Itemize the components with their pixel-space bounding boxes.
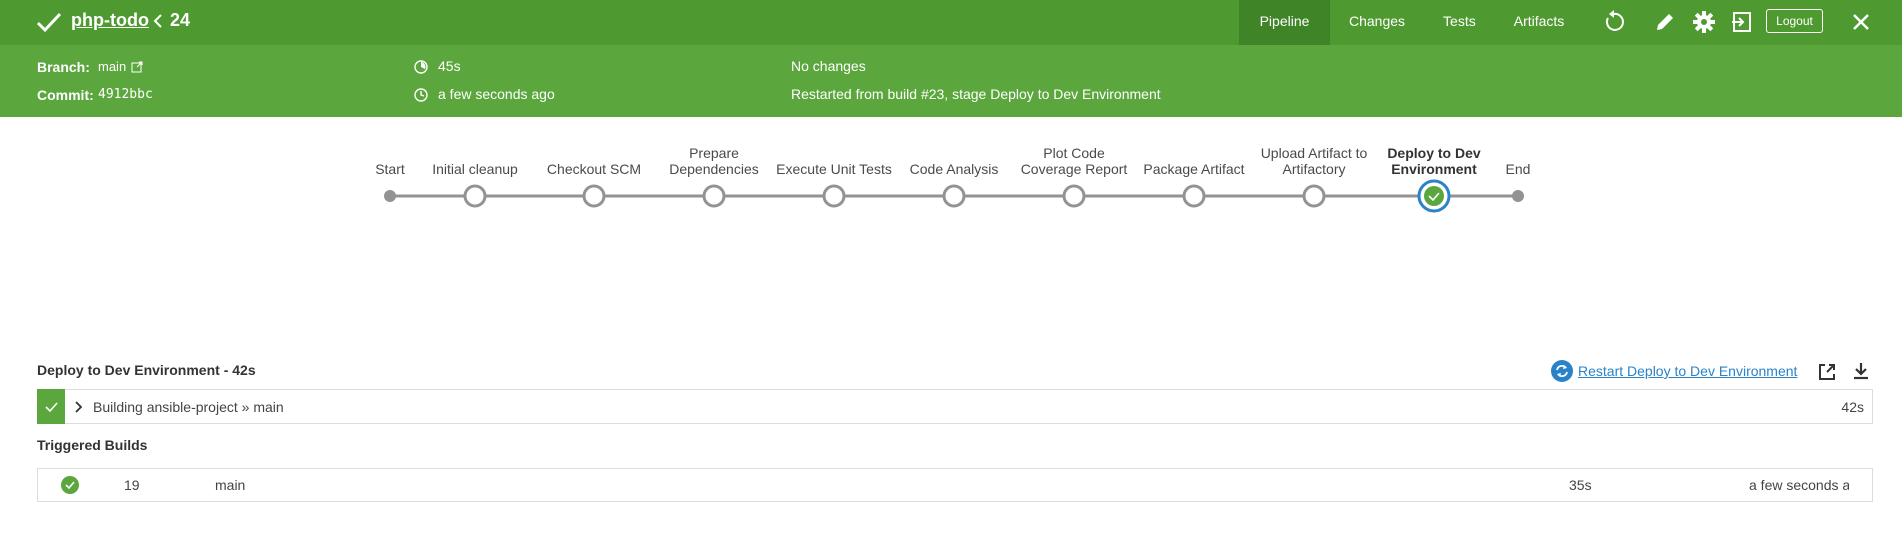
replay-icon[interactable] xyxy=(1602,10,1626,34)
triggered-build-duration: 35s xyxy=(1569,477,1592,493)
stage-label[interactable]: End xyxy=(1458,161,1578,177)
stage-label[interactable]: Prepare Dependencies xyxy=(654,145,774,177)
stage-node-success[interactable] xyxy=(1424,186,1444,206)
stage-node[interactable] xyxy=(1302,184,1326,208)
tab-changes[interactable]: Changes xyxy=(1330,0,1424,45)
step-duration: 42s xyxy=(1841,399,1864,415)
chevron-left-icon[interactable] xyxy=(152,12,164,30)
duration-icon xyxy=(414,60,428,74)
stage-node[interactable] xyxy=(702,184,726,208)
stage-label[interactable]: Execute Unit Tests xyxy=(774,161,894,177)
stage-node[interactable] xyxy=(1182,184,1206,208)
download-icon[interactable] xyxy=(1851,361,1871,381)
stage-label[interactable]: Checkout SCM xyxy=(534,161,654,177)
step-row[interactable]: Building ansible-project » main 42s xyxy=(37,389,1873,424)
restart-stage-button[interactable]: Restart Deploy to Dev Environment xyxy=(1551,360,1797,382)
external-link-icon[interactable] xyxy=(131,61,143,73)
success-check-icon xyxy=(36,12,62,33)
open-in-new-icon[interactable] xyxy=(1817,362,1837,382)
stage-label[interactable]: Upload Artifact to Artifactory xyxy=(1254,145,1374,177)
triggered-build-row[interactable]: 19 main 35s a few seconds ago xyxy=(37,468,1873,502)
triggered-build-time-ago: a few seconds ago xyxy=(1749,477,1849,493)
stage-node[interactable] xyxy=(942,184,966,208)
triggered-build-branch: main xyxy=(215,477,246,493)
tab-tests[interactable]: Tests xyxy=(1424,0,1495,45)
stage-label[interactable]: Plot Code Coverage Report xyxy=(1014,145,1134,177)
edit-icon[interactable] xyxy=(1653,10,1677,34)
duration-value: 45s xyxy=(438,58,461,74)
close-icon[interactable] xyxy=(1849,10,1873,34)
success-status-icon xyxy=(61,476,79,494)
run-number: 24 xyxy=(170,10,191,30)
branch-label: Branch: xyxy=(37,59,90,75)
stage-label[interactable]: Package Artifact xyxy=(1134,161,1254,177)
logout-button[interactable]: Logout xyxy=(1766,9,1823,33)
changes-text: No changes xyxy=(791,58,866,74)
clock-icon xyxy=(414,88,428,102)
cause-text: Restarted from build #23, stage Deploy t… xyxy=(791,86,1161,102)
stage-node-terminal[interactable] xyxy=(384,190,396,202)
stage-detail-title: Deploy to Dev Environment - 42s xyxy=(37,362,256,378)
tab-pipeline[interactable]: Pipeline xyxy=(1239,0,1330,45)
step-status-success xyxy=(37,389,65,424)
commit-label: Commit: xyxy=(37,87,94,103)
step-text[interactable]: Building ansible-project » main xyxy=(93,399,284,415)
branch-value[interactable]: main xyxy=(98,59,126,74)
stage-node[interactable] xyxy=(1062,184,1086,208)
stage-label[interactable]: Code Analysis xyxy=(894,161,1014,177)
stage-node[interactable] xyxy=(822,184,846,208)
stage-label[interactable]: Initial cleanup xyxy=(415,161,535,177)
top-bar: php-todo 24 Pipeline Changes Tests Artif… xyxy=(0,0,1902,45)
pipeline-graph-canvas xyxy=(384,179,1524,213)
exit-icon[interactable] xyxy=(1730,10,1754,34)
restart-icon[interactable] xyxy=(1551,360,1573,382)
commit-value: 4912bbc xyxy=(98,87,153,102)
triggered-build-number[interactable]: 19 xyxy=(124,477,140,493)
stage-node[interactable] xyxy=(582,184,606,208)
tab-bar: Pipeline Changes Tests Artifacts xyxy=(1239,0,1583,45)
tab-artifacts[interactable]: Artifacts xyxy=(1495,0,1584,45)
time-ago-value: a few seconds ago xyxy=(438,86,555,102)
pipeline-name-link[interactable]: php-todo xyxy=(71,10,149,31)
triggered-builds-title: Triggered Builds xyxy=(37,437,148,453)
gear-icon[interactable] xyxy=(1692,10,1716,34)
stage-node-terminal[interactable] xyxy=(1512,190,1524,202)
run-summary: Branch: main Commit: 4912bbc 45s a few s… xyxy=(0,45,1902,117)
stage-node[interactable] xyxy=(463,184,487,208)
pipeline-graph: Start Initial cleanup Checkout SCM Prepare … xyxy=(0,117,1902,237)
check-icon xyxy=(45,402,58,413)
restart-stage-link[interactable]: Restart Deploy to Dev Environment xyxy=(1578,363,1797,379)
chevron-right-icon[interactable] xyxy=(74,400,84,414)
